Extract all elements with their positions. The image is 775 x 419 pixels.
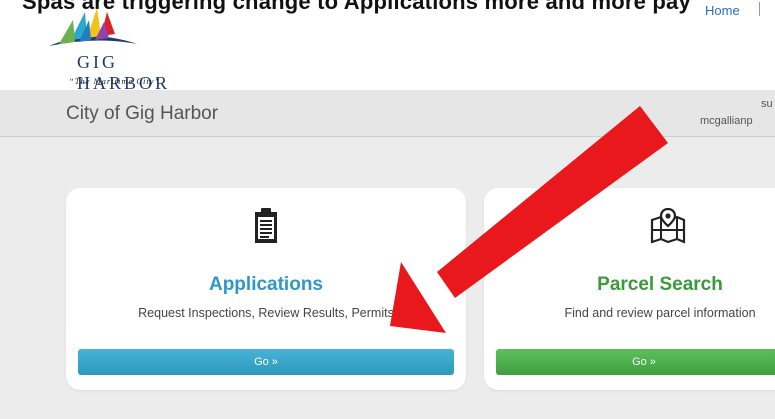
parcel-search-card: Parcel Search Find and review parcel inf… (484, 188, 775, 390)
applications-card: Applications Request Inspections, Review… (66, 188, 466, 390)
parcel-search-go-button[interactable]: Go » (496, 349, 775, 375)
username[interactable]: mcgallianp (700, 115, 753, 127)
map-pin-icon (650, 208, 686, 244)
applications-go-button[interactable]: Go » (78, 349, 454, 375)
sailboat-icon (49, 8, 137, 46)
parcel-search-title[interactable]: Parcel Search (480, 274, 775, 296)
clipboard-icon (255, 208, 277, 243)
site-header: Spas are triggering change to Applicatio… (0, 0, 775, 90)
logo-tagline: “The Maritime City” (69, 76, 161, 86)
applications-title[interactable]: Applications (66, 274, 466, 296)
nav-divider (759, 2, 760, 16)
user-label: su (761, 98, 773, 110)
app-title: City of Gig Harbor (66, 103, 219, 124)
app-header: City of Gig Harbor su mcgallianp (0, 90, 775, 137)
parcel-search-description: Find and review parcel information (564, 306, 756, 320)
gig-harbor-logo[interactable]: GIG HARBOR “The Maritime City” (33, 6, 203, 90)
applications-description: Request Inspections, Review Results, Per… (138, 306, 394, 320)
home-link[interactable]: Home (705, 3, 740, 18)
app-area: City of Gig Harbor su mcgallianp Applica… (0, 90, 775, 419)
